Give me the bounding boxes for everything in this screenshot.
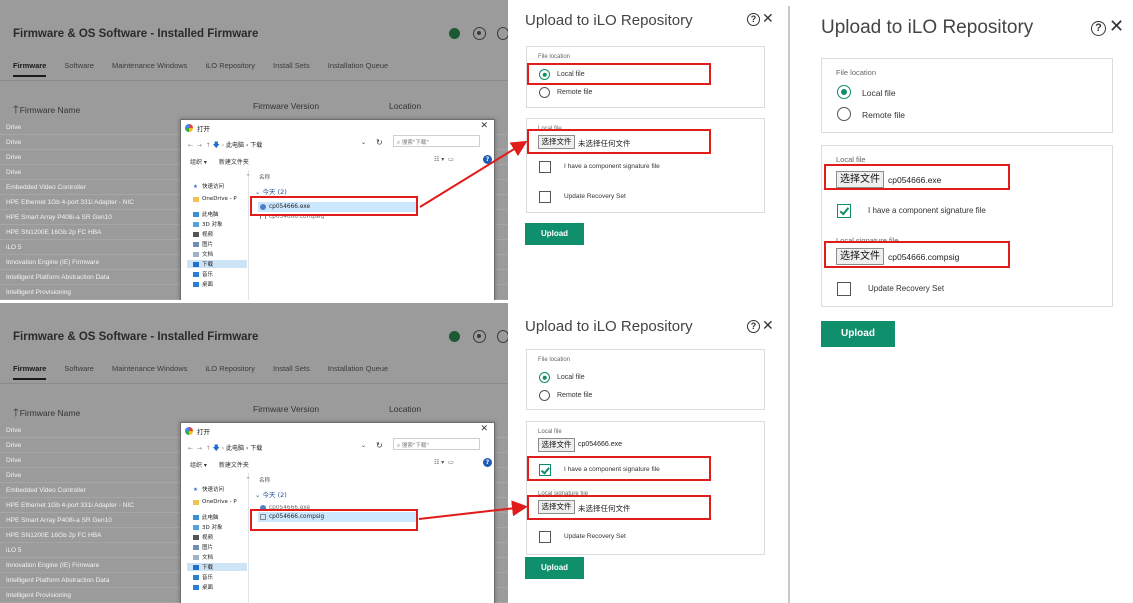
arrows-overlay (418, 140, 528, 520)
arrow-icon (419, 140, 528, 208)
tutorial-composite: Firmware & OS Software - Installed Firmw… (0, 0, 1133, 603)
arrow-icon (418, 500, 528, 520)
